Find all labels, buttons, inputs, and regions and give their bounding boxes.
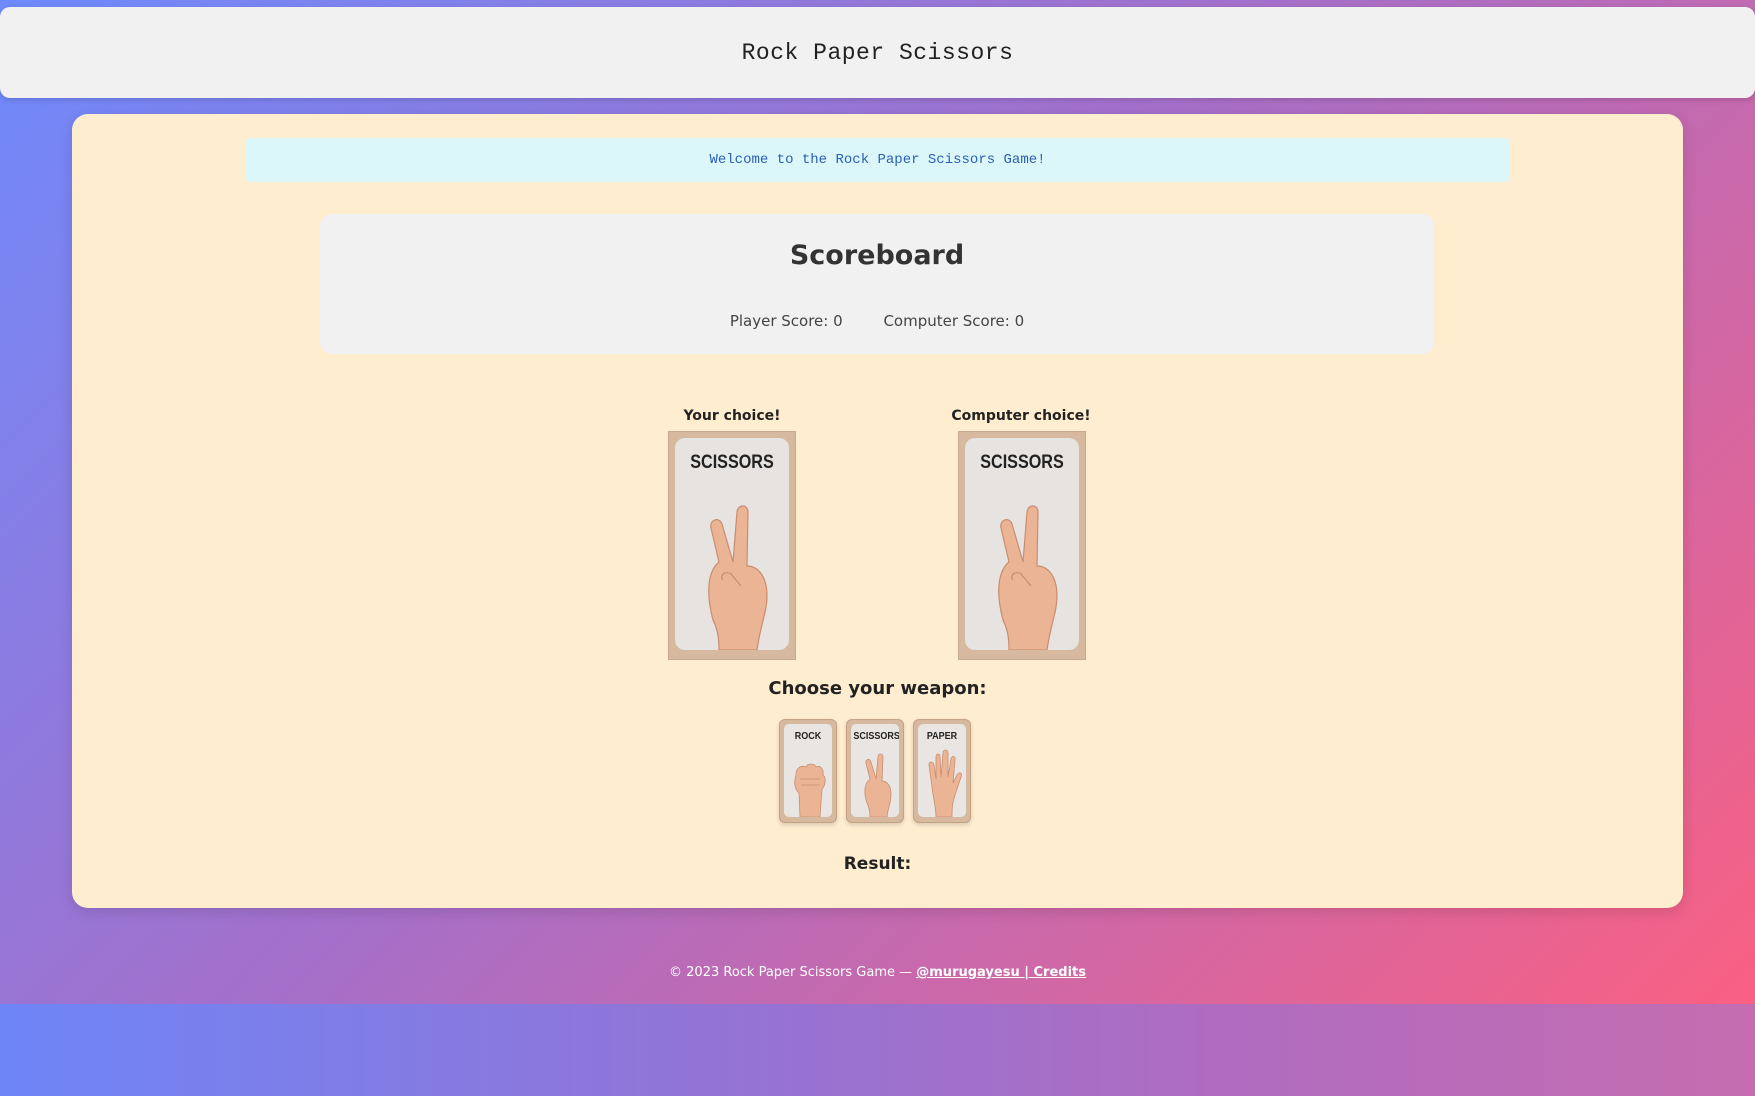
page-title: Rock Paper Scissors — [741, 39, 1014, 66]
fist-icon — [794, 763, 826, 817]
scores-row: Player Score: 0 Computer Score: 0 — [320, 312, 1434, 330]
copyright-text: © 2023 Rock Paper Scissors Game — — [669, 965, 917, 980]
computer-choice-card: SCISSORS — [958, 431, 1086, 660]
paper-button[interactable]: PAPER — [913, 719, 971, 823]
scoreboard-title: Scoreboard — [789, 240, 965, 271]
computer-score: Computer Score: 0 — [883, 312, 1025, 330]
author-link[interactable]: @murugayesu | — [916, 965, 1033, 980]
page-footer: © 2023 Rock Paper Scissors Game — @murug… — [0, 965, 1755, 980]
page-header: Rock Paper Scissors — [0, 7, 1755, 98]
peace-sign-icon — [708, 505, 768, 650]
scissors-button[interactable]: SCISSORS — [846, 719, 904, 823]
weapon-options: ROCK SCISSORS PAPER — [779, 719, 979, 823]
rock-button[interactable]: ROCK — [779, 719, 837, 823]
player-score: Player Score: 0 — [729, 312, 843, 330]
open-hand-icon — [928, 749, 962, 817]
game-container: Welcome to the Rock Paper Scissors Game!… — [72, 114, 1683, 908]
choose-weapon-title: Choose your weapon: — [768, 678, 987, 699]
peace-sign-icon — [998, 505, 1058, 650]
welcome-banner: Welcome to the Rock Paper Scissors Game! — [245, 138, 1510, 182]
peace-sign-icon — [864, 753, 892, 817]
credits-link[interactable]: Credits — [1034, 965, 1086, 980]
result-label: Result: — [843, 854, 912, 874]
player-choice-card: SCISSORS — [668, 431, 796, 660]
bottom-band — [0, 1004, 1755, 1096]
scoreboard: Scoreboard Player Score: 0 Computer Scor… — [320, 214, 1434, 354]
player-choice-label: Your choice! — [683, 408, 781, 424]
computer-choice-label: Computer choice! — [951, 408, 1091, 424]
